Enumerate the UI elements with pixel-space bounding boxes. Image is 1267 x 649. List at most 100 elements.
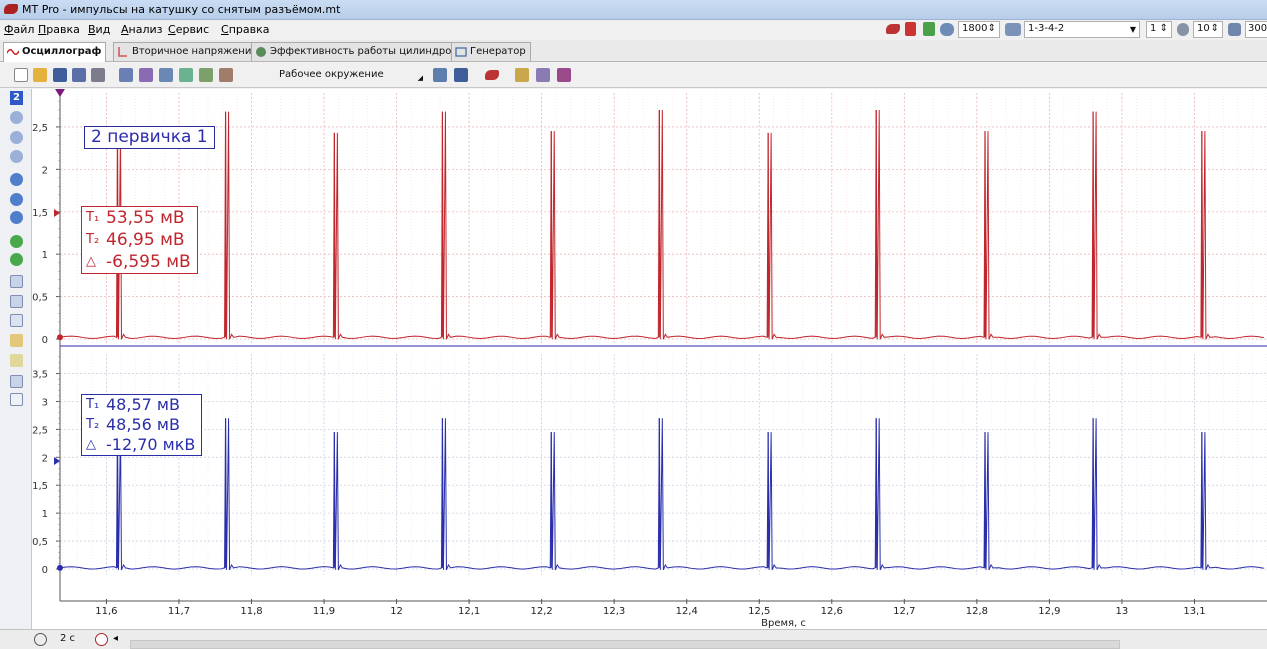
red-delta-value: -6,595 мВ bbox=[106, 252, 191, 272]
x-tick-label: 11,6 bbox=[95, 606, 117, 617]
move-center-icon[interactable] bbox=[10, 193, 23, 206]
blue-delta-value: -12,70 мкВ bbox=[106, 435, 196, 454]
time-scale-value[interactable]: 2 с bbox=[60, 633, 75, 644]
menu-file[interactable]: Файл bbox=[4, 23, 34, 36]
status-bar: 2 с ◂ bbox=[0, 629, 1267, 649]
record-icon[interactable] bbox=[905, 22, 916, 36]
channels-settings-icon[interactable] bbox=[139, 68, 153, 82]
zoom-minus-icon[interactable] bbox=[34, 633, 47, 646]
x-tick-label: 12 bbox=[390, 606, 403, 617]
export-icon[interactable] bbox=[454, 68, 468, 82]
blue-y-tick-label: 1,5 bbox=[32, 481, 48, 492]
left-toolbar: 2 bbox=[0, 89, 32, 629]
menu-bar: Файл Правка Вид Анализ Сервис Справка 18… bbox=[0, 20, 1267, 40]
gauge-icon bbox=[1228, 23, 1241, 36]
red-y-tick-label: 0 bbox=[42, 335, 48, 346]
tab-oscilloscope[interactable]: Осциллограф bbox=[3, 42, 107, 62]
undo-icon[interactable] bbox=[433, 68, 447, 82]
table-icon[interactable] bbox=[536, 68, 550, 82]
toolbar: Рабочее окружение ◢ bbox=[0, 63, 1267, 88]
red-y-tick-label: 2 bbox=[42, 165, 48, 176]
lock-icon[interactable] bbox=[923, 22, 935, 36]
delta-icon: △ bbox=[86, 254, 96, 269]
channel-math-icon[interactable] bbox=[219, 68, 233, 82]
x-tick-label: 12,4 bbox=[676, 606, 698, 617]
move-up-icon[interactable] bbox=[10, 173, 23, 186]
grid-icon[interactable] bbox=[515, 68, 529, 82]
arrow-up-icon[interactable] bbox=[10, 235, 23, 248]
tab-cylinder-efficiency[interactable]: Эффективность работы цилиндров bbox=[251, 42, 463, 61]
extra-stepper[interactable]: 300 bbox=[1245, 21, 1267, 38]
engine-icon[interactable] bbox=[886, 24, 900, 34]
tab-secondary-voltage[interactable]: Вторичное напряжение bbox=[113, 42, 263, 61]
new-file-icon[interactable] bbox=[14, 68, 28, 82]
menu-service[interactable]: Сервис bbox=[168, 23, 209, 36]
tab-secondary-voltage-label: Вторичное напряжение bbox=[132, 46, 258, 57]
stepper-arrows-icon: ⇕ bbox=[1210, 23, 1219, 34]
generator-icon bbox=[455, 47, 467, 57]
zoom-fit-icon[interactable] bbox=[10, 131, 23, 144]
delta-icon: △ bbox=[86, 437, 96, 452]
measure-tool-icon[interactable] bbox=[10, 295, 23, 308]
zoom-in-icon[interactable] bbox=[10, 150, 23, 163]
x-tick-label: 12,5 bbox=[748, 606, 770, 617]
x-tick-label: 12,7 bbox=[893, 606, 915, 617]
channel-link-icon[interactable] bbox=[159, 68, 173, 82]
menu-analysis[interactable]: Анализ bbox=[121, 23, 163, 36]
blue-zero-marker bbox=[57, 564, 63, 571]
title-bar: MT Pro - импульсы на катушку со снятым р… bbox=[0, 0, 1267, 20]
blue-cursor1-value: 48,57 мВ bbox=[106, 395, 180, 414]
marker-tool-icon[interactable] bbox=[10, 334, 23, 347]
blue-level-marker-icon bbox=[54, 457, 60, 465]
label-tool-icon[interactable] bbox=[10, 314, 23, 327]
cylinder-order-icon bbox=[1005, 23, 1021, 36]
app-icon bbox=[4, 4, 18, 14]
waveform-tool-icon[interactable] bbox=[10, 393, 23, 406]
red-cursor1-value: 53,55 мВ bbox=[106, 208, 185, 228]
cylinder-stepper[interactable]: 1 ⇕ bbox=[1146, 21, 1172, 38]
menu-view[interactable]: Вид bbox=[88, 23, 110, 36]
zoom-out-icon[interactable] bbox=[10, 111, 23, 124]
chart-tool-icon[interactable] bbox=[10, 375, 23, 388]
engine-icon[interactable] bbox=[485, 70, 499, 80]
save-as-icon[interactable] bbox=[72, 68, 86, 82]
rpm-stepper[interactable]: 1800 ⇕ bbox=[958, 21, 1000, 38]
channel-number-badge[interactable]: 2 bbox=[10, 91, 23, 105]
cursor-tool-icon[interactable] bbox=[10, 275, 23, 288]
count-stepper[interactable]: 10 ⇕ bbox=[1193, 21, 1223, 38]
oscilloscope-plot[interactable]: 11,6 11,7 11,8 11,9 12 12,1 12,2 12,3 12,4 12,5 12… bbox=[32, 89, 1267, 629]
x-tick-label: 12,6 bbox=[821, 606, 843, 617]
save-icon[interactable] bbox=[53, 68, 67, 82]
move-down-icon[interactable] bbox=[10, 211, 23, 224]
menu-help[interactable]: Справка bbox=[221, 23, 269, 36]
channels-icon[interactable] bbox=[119, 68, 133, 82]
blue-y-tick-label: 0,5 bbox=[32, 537, 48, 548]
plot-canvas[interactable]: 11,6 11,7 11,8 11,9 12 12,1 12,2 12,3 12,4 12,5 12… bbox=[32, 89, 1267, 629]
zoom-grid-icon[interactable] bbox=[557, 68, 571, 82]
horizontal-scrollbar[interactable] bbox=[130, 640, 1120, 649]
x-tick-label: 12,1 bbox=[458, 606, 480, 617]
channel-filter-icon[interactable] bbox=[199, 68, 213, 82]
tab-generator[interactable]: Генератор bbox=[451, 42, 531, 61]
tab-bar: Осциллограф Вторичное напряжение Эффекти… bbox=[0, 40, 1267, 62]
cylinder-icon bbox=[256, 47, 266, 57]
channel-title-label: 2 первичка 1 bbox=[84, 126, 215, 149]
sync-icon bbox=[1177, 23, 1189, 36]
x-tick-label: 12,8 bbox=[966, 606, 988, 617]
text-tool-icon[interactable] bbox=[10, 354, 23, 367]
chevron-down-icon: ▼ bbox=[1129, 25, 1136, 34]
red-cursor2-value: 46,95 мВ bbox=[106, 230, 185, 250]
firing-order-select[interactable]: 1-3-4-2 ▼ bbox=[1024, 21, 1140, 38]
record-button-icon[interactable] bbox=[95, 633, 108, 646]
arrow-down-icon[interactable] bbox=[10, 253, 23, 266]
blue-y-tick-label: 3 bbox=[42, 397, 48, 408]
open-folder-icon[interactable] bbox=[33, 68, 47, 82]
x-tick-label: 12,2 bbox=[531, 606, 553, 617]
print-icon[interactable] bbox=[91, 68, 105, 82]
menu-edit[interactable]: Правка bbox=[38, 23, 80, 36]
stepper-arrows-icon: ⇕ bbox=[1159, 23, 1168, 34]
scroll-left-icon[interactable]: ◂ bbox=[113, 633, 118, 644]
workspace-dropdown[interactable]: Рабочее окружение ◢ bbox=[275, 66, 425, 85]
channel-add-icon[interactable] bbox=[179, 68, 193, 82]
x-tick-label: 11,8 bbox=[240, 606, 262, 617]
